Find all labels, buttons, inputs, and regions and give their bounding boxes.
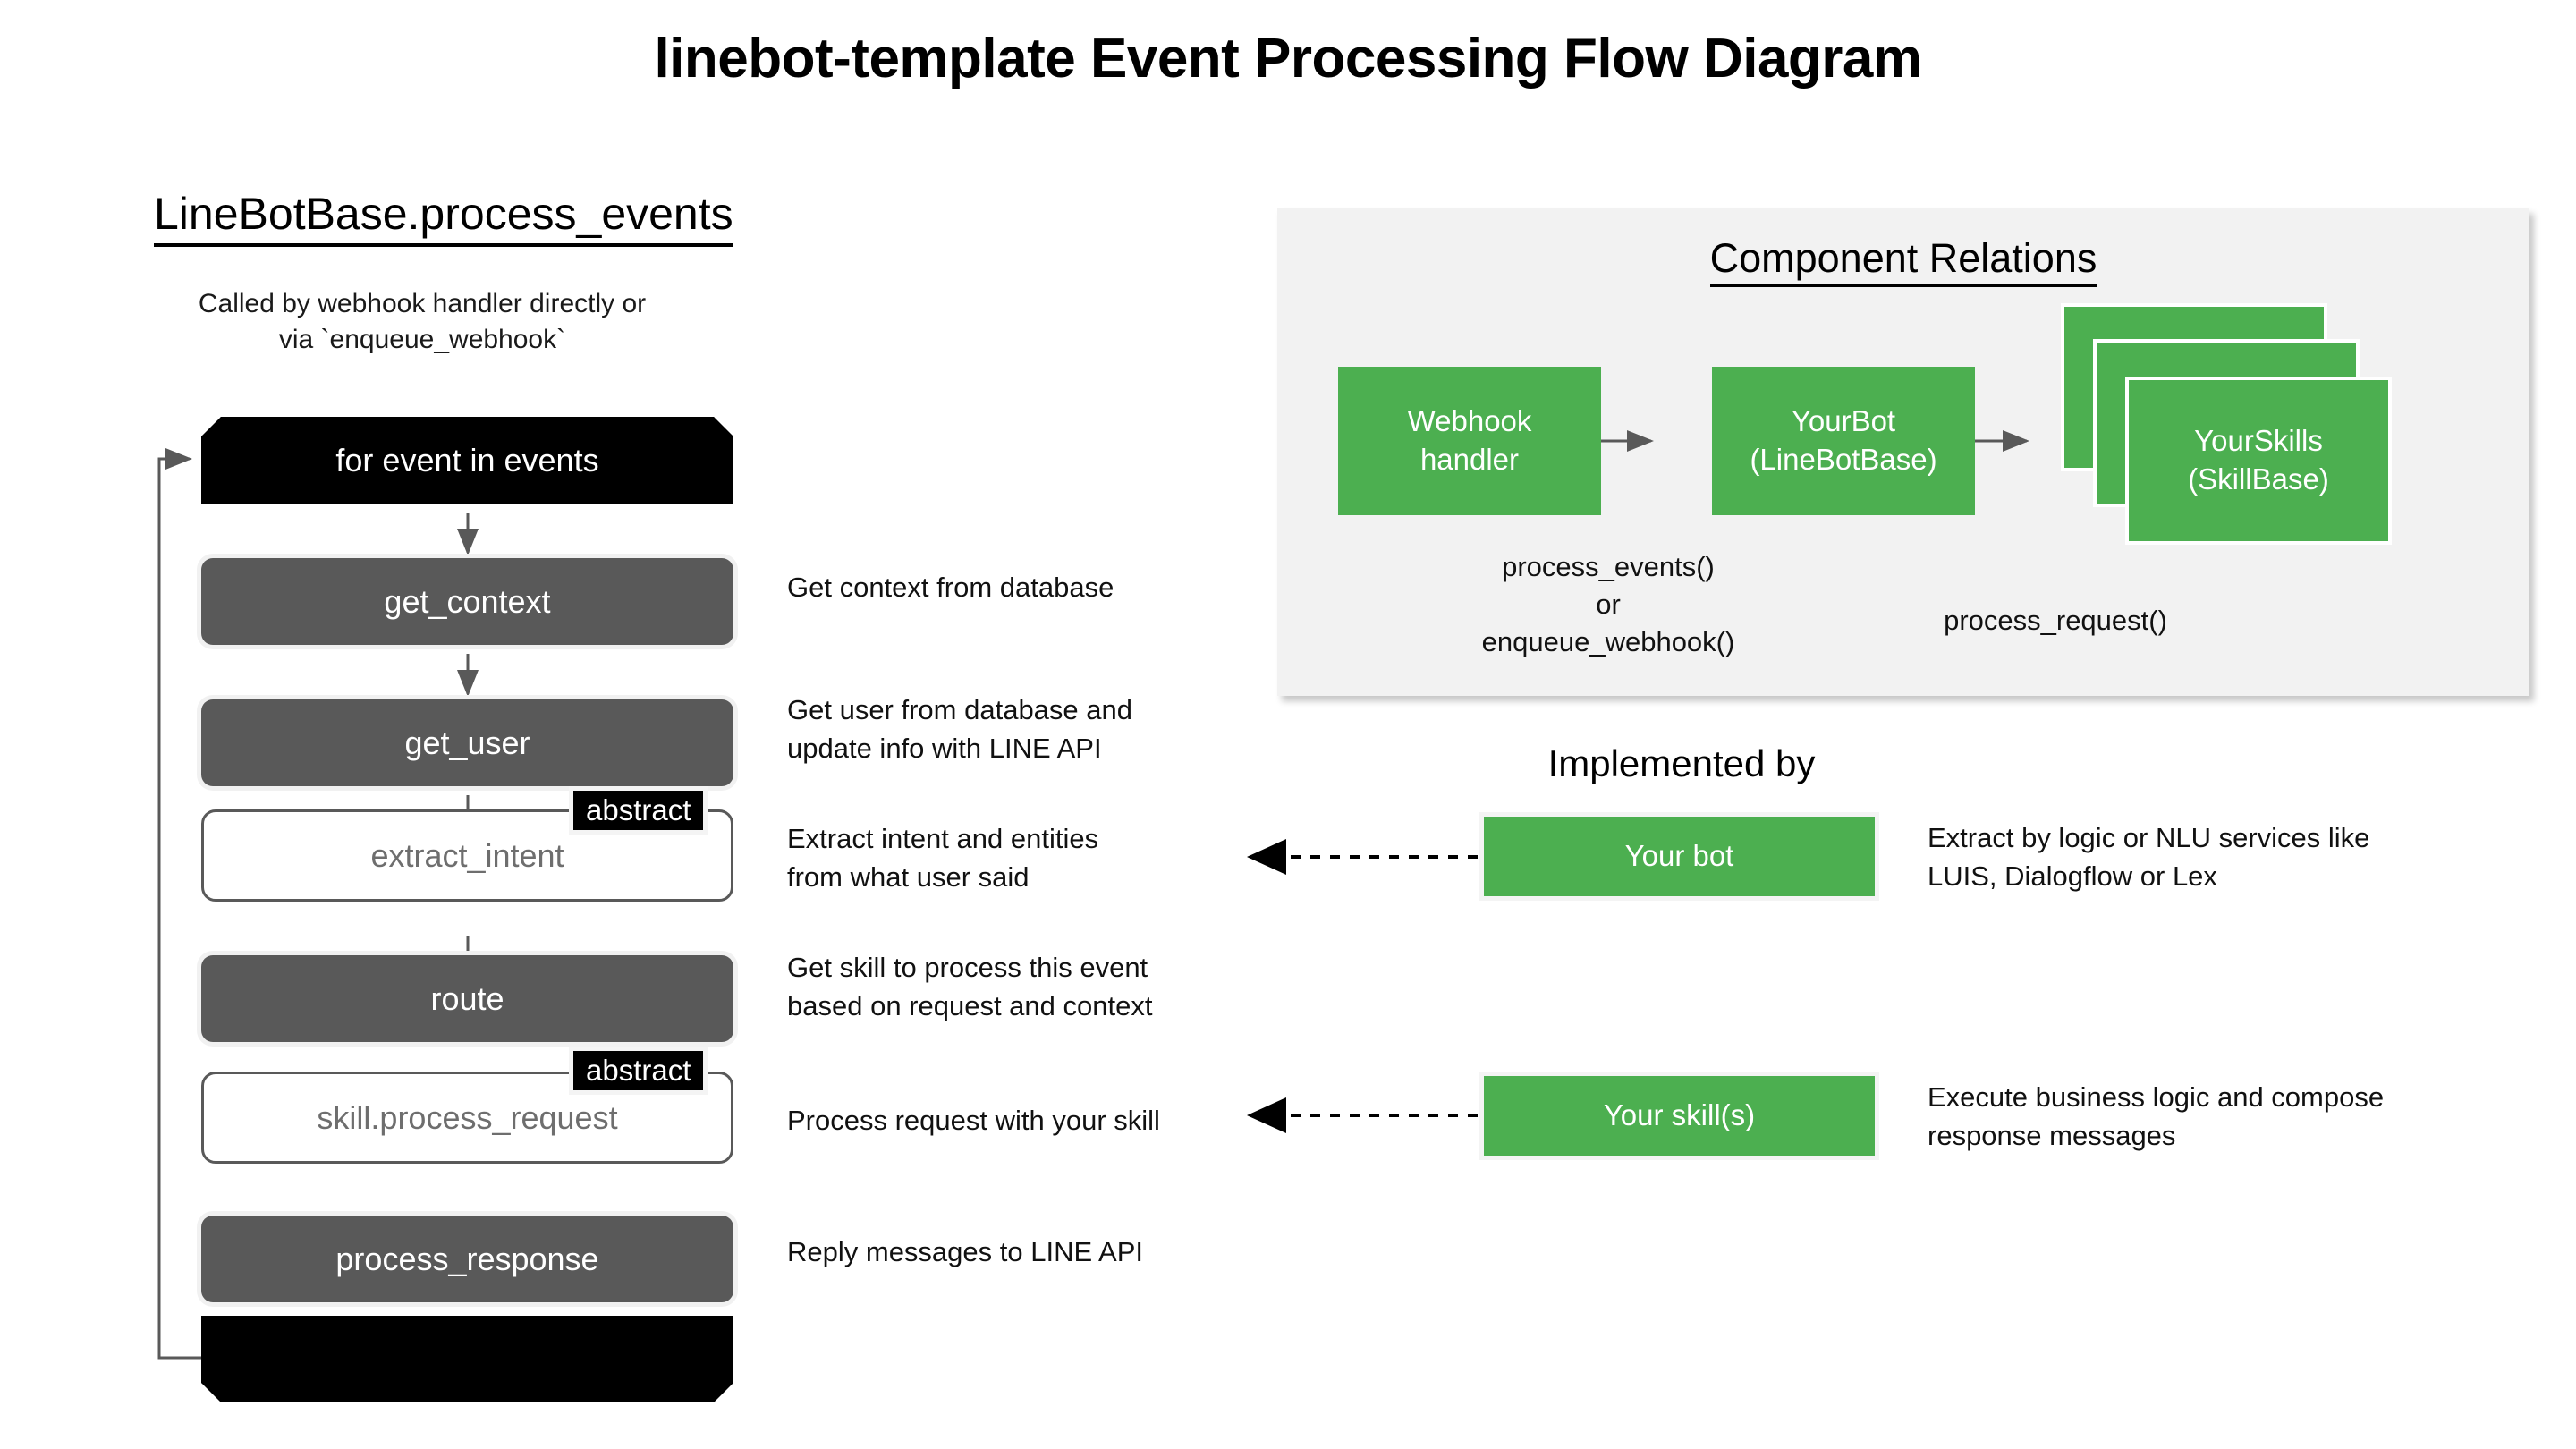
implemented-by-box-label: Your skill(s) (1603, 1098, 1756, 1132)
flow-node-label: route (430, 979, 504, 1017)
annotation-extract-intent: Extract intent and entities from what us… (787, 823, 1099, 894)
component-caption-process-events: process_events() or enqueue_webhook() (1481, 551, 1735, 657)
flow-node-loop-end[interactable] (201, 1316, 733, 1402)
flow-node-label: get_context (384, 582, 551, 620)
flow-section-subtitle: Called by webhook handler directly or vi… (198, 289, 647, 354)
implemented-by-box-your-bot[interactable]: Your bot (1484, 817, 1875, 896)
diagram-canvas: linebot-template Event Processing Flow D… (0, 0, 2576, 1449)
flow-node-label: get_user (404, 724, 530, 761)
annotation-get-context: Get context from database (787, 572, 1114, 603)
flow-node-label: for event in events (335, 441, 599, 479)
component-box-label: Webhook handler (1407, 404, 1532, 476)
page-title: linebot-template Event Processing Flow D… (654, 28, 1922, 89)
annotation-process-response: Reply messages to LINE API (787, 1236, 1144, 1267)
component-box-webhook-handler[interactable]: Webhook handler (1338, 367, 1601, 515)
annotation-get-user: Get user from database and update info w… (787, 694, 1133, 765)
flow-node-get-user[interactable]: get_user (201, 699, 733, 786)
flow-node-get-context[interactable]: get_context (201, 558, 733, 645)
implemented-by-description-your-skills: Execute business logic and compose respo… (1928, 1081, 2385, 1152)
abstract-badge-skill-process-request: abstract (573, 1051, 704, 1090)
implemented-by-description-your-bot: Extract by logic or NLU services like LU… (1928, 822, 2370, 893)
abstract-badge-extract-intent: abstract (573, 791, 704, 830)
component-box-label: YourSkills (SkillBase) (2188, 424, 2329, 496)
annotation-route: Get skill to process this event based on… (787, 952, 1153, 1022)
implemented-by-box-label: Your bot (1624, 839, 1734, 873)
flow-node-route[interactable]: route (201, 955, 733, 1042)
component-relations-panel: Component Relations Webhook handler Your… (1277, 208, 2529, 696)
flow-section-heading: LineBotBase.process_events (154, 188, 733, 247)
flow-node-label: extract_intent (370, 836, 564, 874)
implemented-by-box-your-skills[interactable]: Your skill(s) (1484, 1076, 1875, 1156)
flow-node-process-response[interactable]: process_response (201, 1216, 733, 1302)
component-box-label: YourBot (LineBotBase) (1750, 404, 1937, 476)
component-box-yourbot[interactable]: YourBot (LineBotBase) (1712, 367, 1975, 515)
yourskills-card-front: YourSkills (SkillBase) (2129, 380, 2388, 541)
annotation-skill-process-request: Process request with your skill (787, 1105, 1160, 1136)
flow-node-for-event-in-events[interactable]: for event in events (201, 417, 733, 504)
component-caption-process-request: process_request() (1944, 605, 2167, 636)
flow-node-label: skill.process_request (317, 1098, 618, 1136)
implemented-by-heading: Implemented by (1547, 742, 1816, 784)
flow-node-label: process_response (335, 1240, 599, 1277)
